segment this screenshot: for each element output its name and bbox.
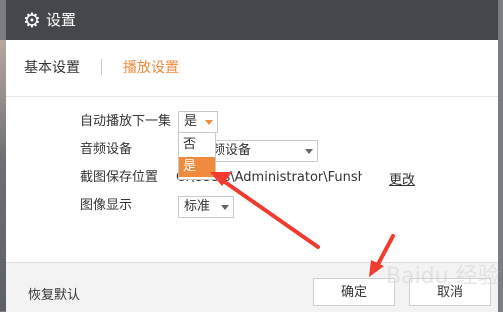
watermark: Baidu 经验 <box>386 264 500 289</box>
gear-icon: ⚙ <box>23 8 41 32</box>
autoplay-next-value: 是 <box>184 114 198 129</box>
tab-bar: 基本设置 播放设置 <box>6 40 498 97</box>
window-title: 设置 <box>46 11 77 29</box>
tab-separator <box>101 59 102 75</box>
image-display-label: 图像显示 <box>80 198 133 213</box>
audio-device-label: 音频设备 <box>80 142 133 157</box>
change-path-link[interactable]: 更改 <box>389 172 415 190</box>
chevron-down-icon[interactable] <box>305 149 313 154</box>
title-bar: ⚙ 设置 <box>6 0 498 40</box>
autoplay-next-label: 自动播放下一集 <box>80 114 172 129</box>
ok-button[interactable]: 确定 <box>313 278 395 306</box>
chevron-down-icon[interactable] <box>221 205 229 210</box>
autoplay-dropdown-list: 否 是 <box>178 132 216 180</box>
audio-device-value: 频设备 <box>212 143 252 158</box>
tab-playback-settings[interactable]: 播放设置 <box>123 58 179 78</box>
chevron-down-icon[interactable] <box>205 120 213 125</box>
image-display-value: 标准 <box>184 199 211 214</box>
tab-basic-settings[interactable]: 基本设置 <box>24 58 80 78</box>
restore-defaults-link[interactable]: 恢复默认 <box>28 284 80 303</box>
audio-device-select[interactable]: 频设备 <box>206 140 318 162</box>
screenshot-path-label: 截图保存位置 <box>80 170 159 185</box>
dropdown-option-no[interactable]: 否 <box>179 135 215 155</box>
image-display-select[interactable]: 标准 <box>178 196 234 218</box>
autoplay-next-select[interactable]: 是 <box>178 111 218 133</box>
dropdown-option-yes[interactable]: 是 <box>179 157 215 177</box>
